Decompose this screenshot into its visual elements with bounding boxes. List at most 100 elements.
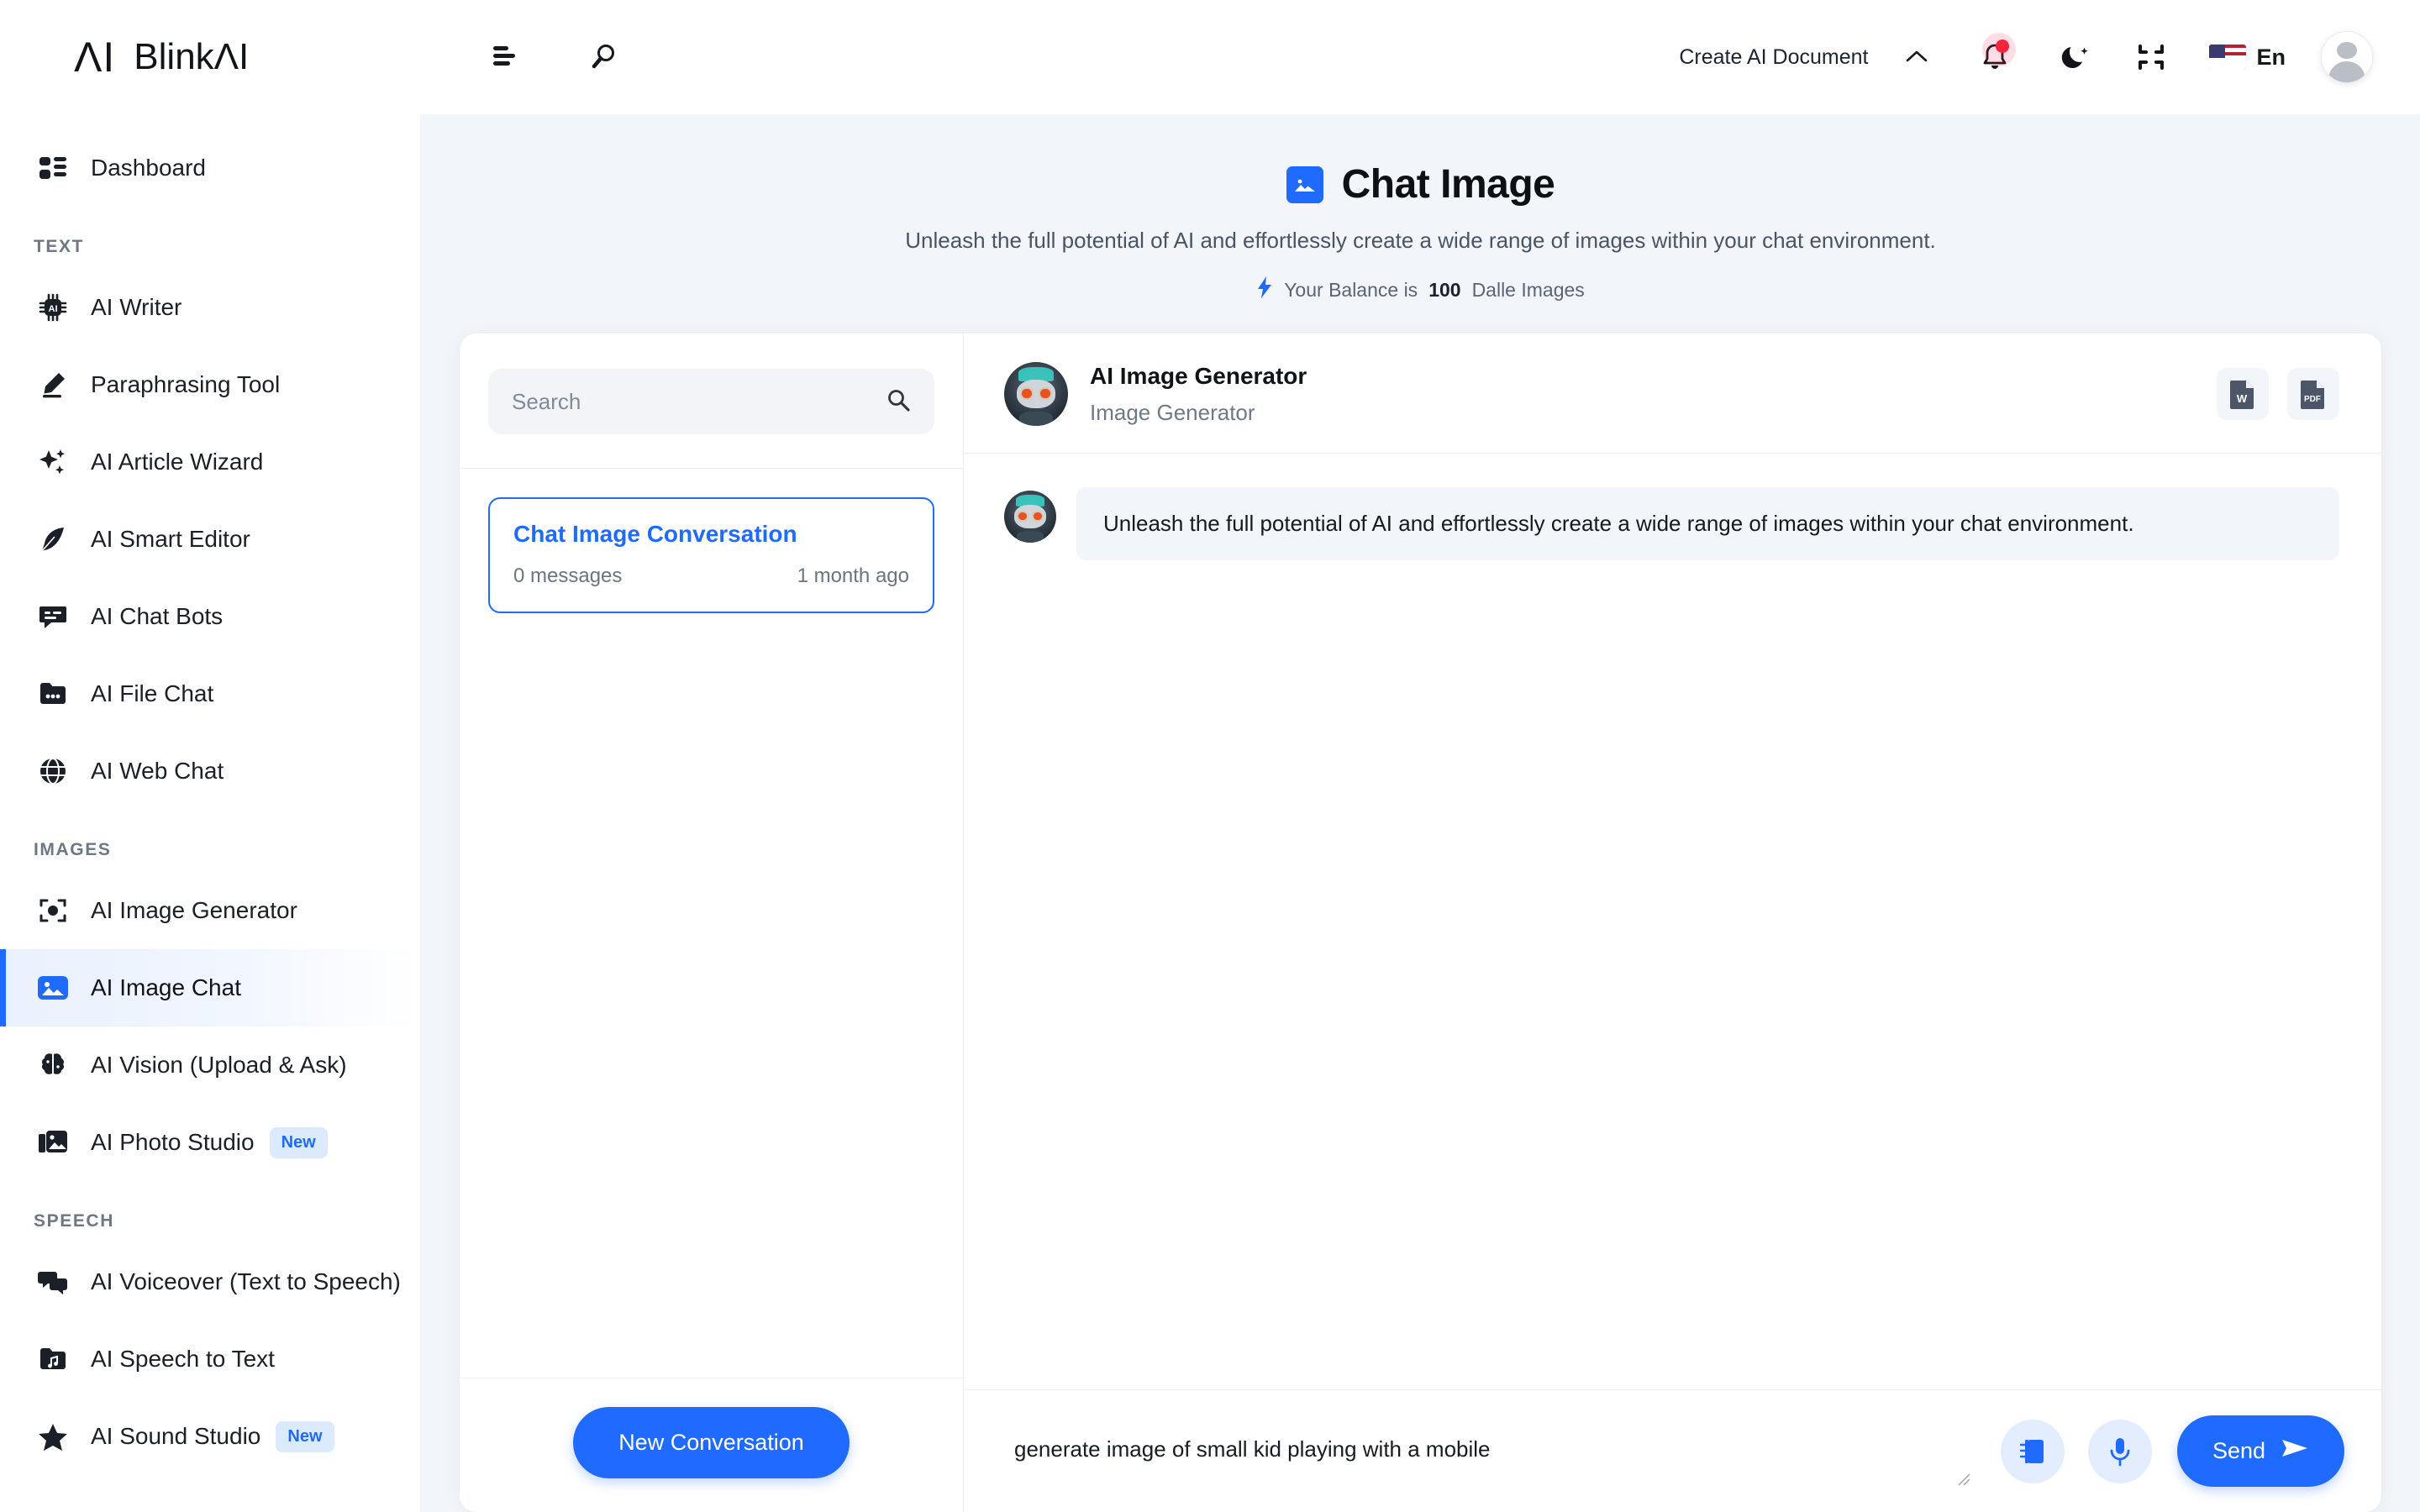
folder-icon	[34, 680, 72, 707]
dashboard-icon	[34, 155, 72, 181]
sidebar-item-label: AI Sound Studio	[91, 1423, 260, 1450]
feather-icon	[34, 524, 72, 554]
avatar[interactable]	[2321, 31, 2373, 83]
sidebar-item-ai-voiceover[interactable]: AI Voiceover (Text to Speech)	[0, 1243, 420, 1320]
sidebar-item-ai-sound-studio[interactable]: AI Sound Studio New	[0, 1398, 420, 1475]
search-icon[interactable]	[886, 387, 911, 417]
sidebar-item-ai-web-chat[interactable]: AI Web Chat	[0, 732, 420, 810]
sidebar-section-speech: SPEECH	[0, 1211, 420, 1231]
moon-icon[interactable]	[2051, 33, 2100, 81]
chat-input-bar: Send	[964, 1389, 2381, 1512]
create-ai-document-button[interactable]: Create AI Document	[1679, 45, 1868, 70]
pdf-doc-icon[interactable]: PDF	[2287, 368, 2339, 420]
sidebar-item-ai-writer[interactable]: AI AI Writer	[0, 269, 420, 346]
sidebar-item-ai-image-generator[interactable]: AI Image Generator	[0, 872, 420, 949]
message-row: Unleash the full potential of AI and eff…	[1004, 487, 2339, 560]
sidebar-item-label: AI Voiceover (Text to Speech)	[91, 1268, 401, 1295]
top-bar: ΛI BlinkΛI Create AI Document	[0, 0, 2420, 114]
brand-name: BlinkΛI	[134, 39, 249, 76]
message-bubble: Unleash the full potential of AI and eff…	[1076, 487, 2339, 560]
sidebar-item-ai-chat-bots[interactable]: AI Chat Bots	[0, 578, 420, 655]
sidebar-item-ai-file-chat[interactable]: AI File Chat	[0, 655, 420, 732]
language-selector[interactable]: En	[2209, 45, 2286, 71]
sidebar-item-ai-vision[interactable]: AI Vision (Upload & Ask)	[0, 1026, 420, 1104]
balance-amount: 100	[1428, 279, 1460, 302]
sidebar-item-label: AI Image Generator	[91, 897, 297, 924]
chat-messages: Unleash the full potential of AI and eff…	[964, 454, 2381, 1389]
svg-text:W: W	[2237, 392, 2248, 405]
sidebar-item-paraphrasing-tool[interactable]: Paraphrasing Tool	[0, 346, 420, 423]
sidebar-section-text: TEXT	[0, 237, 420, 257]
robot-avatar	[1004, 362, 1068, 426]
conversation-timestamp: 1 month ago	[797, 564, 909, 588]
sidebar-section-images: IMAGES	[0, 840, 420, 860]
sidebar-item-ai-image-chat[interactable]: AI Image Chat	[0, 949, 420, 1026]
resize-grip[interactable]	[1955, 1471, 1972, 1488]
status-badge: New	[276, 1421, 334, 1452]
sidebar-item-ai-smart-editor[interactable]: AI Smart Editor	[0, 501, 420, 578]
chat-bubble-icon	[34, 602, 72, 631]
lightning-bolt-icon	[1256, 276, 1273, 304]
microphone-icon[interactable]	[2088, 1420, 2152, 1483]
sidebar-item-label: Paraphrasing Tool	[91, 371, 280, 398]
topbar-left-icons	[482, 33, 629, 81]
compress-icon[interactable]	[2127, 33, 2175, 81]
send-button[interactable]: Send	[2177, 1415, 2344, 1487]
conversation-name: Chat Image Conversation	[513, 521, 909, 548]
star-icon	[34, 1422, 72, 1451]
svg-text:PDF: PDF	[2304, 395, 2321, 404]
search-icon[interactable]	[580, 33, 629, 81]
export-actions: W PDF	[2217, 368, 2339, 420]
main-content: Chat Image Unleash the full potential of…	[420, 114, 2420, 1512]
search-box[interactable]	[488, 369, 934, 434]
sparkles-icon	[34, 447, 72, 477]
brand-logo[interactable]: ΛI BlinkΛI	[0, 36, 420, 78]
photo-stack-icon	[34, 1128, 72, 1157]
app-root: ΛI BlinkΛI Create AI Document	[0, 0, 2420, 1512]
speech-bubbles-icon	[34, 1268, 72, 1295]
sidebar-item-label: AI File Chat	[91, 680, 213, 707]
notifications-button[interactable]	[1969, 31, 2021, 83]
svg-text:AI: AI	[49, 304, 58, 314]
chip-ai-icon: AI	[34, 292, 72, 323]
brand-mark: ΛI	[74, 36, 115, 78]
sidebar-item-dashboard[interactable]: Dashboard	[0, 129, 420, 207]
book-template-icon[interactable]	[2001, 1420, 2065, 1483]
sidebar-item-label: AI Writer	[91, 294, 182, 321]
sidebar-item-label: AI Smart Editor	[91, 526, 250, 553]
sidebar-item-ai-speech-to-text[interactable]: AI Speech to Text	[0, 1320, 420, 1398]
image-icon	[34, 974, 72, 1002]
bot-role: Image Generator	[1090, 400, 1307, 426]
sidebar-item-label: Dashboard	[91, 155, 206, 181]
camera-frame-icon	[34, 896, 72, 925]
list-item[interactable]: Chat Image Conversation 0 messages 1 mon…	[488, 497, 934, 613]
brain-icon	[34, 1050, 72, 1080]
conversation-meta: 0 messages 1 month ago	[513, 564, 909, 588]
page-title-text: Chat Image	[1342, 161, 1555, 207]
image-icon	[1286, 166, 1323, 203]
sidebar-item-ai-article-wizard[interactable]: AI Article Wizard	[0, 423, 420, 501]
hamburger-menu-icon[interactable]	[482, 33, 531, 81]
chat-panel: AI Image Generator Image Generator W	[964, 333, 2381, 1512]
search-input[interactable]	[512, 389, 886, 415]
conversation-message-count: 0 messages	[513, 564, 622, 588]
globe-icon	[34, 756, 72, 786]
message-input[interactable]	[1001, 1416, 1977, 1482]
new-conversation-button[interactable]: New Conversation	[573, 1407, 850, 1478]
chevron-up-icon[interactable]	[1893, 34, 1940, 81]
bot-name: AI Image Generator	[1090, 363, 1307, 390]
sidebar-item-label: AI Article Wizard	[91, 449, 263, 475]
sidebar-item-ai-photo-studio[interactable]: AI Photo Studio New	[0, 1104, 420, 1181]
paper-plane-icon	[2281, 1437, 2309, 1465]
send-label: Send	[2212, 1438, 2265, 1464]
app-body: Dashboard TEXT AI A	[0, 114, 2420, 1512]
word-doc-icon[interactable]: W	[2217, 368, 2269, 420]
sidebar-item-label: AI Chat Bots	[91, 603, 223, 630]
sidebar-item-label: AI Photo Studio	[91, 1129, 255, 1156]
language-label: En	[2256, 45, 2286, 71]
conversation-footer: New Conversation	[460, 1378, 963, 1512]
balance-prefix: Your Balance is	[1284, 279, 1418, 302]
robot-avatar	[1004, 491, 1056, 543]
sidebar-item-label: AI Speech to Text	[91, 1346, 275, 1373]
conversation-search-wrap	[460, 333, 963, 469]
